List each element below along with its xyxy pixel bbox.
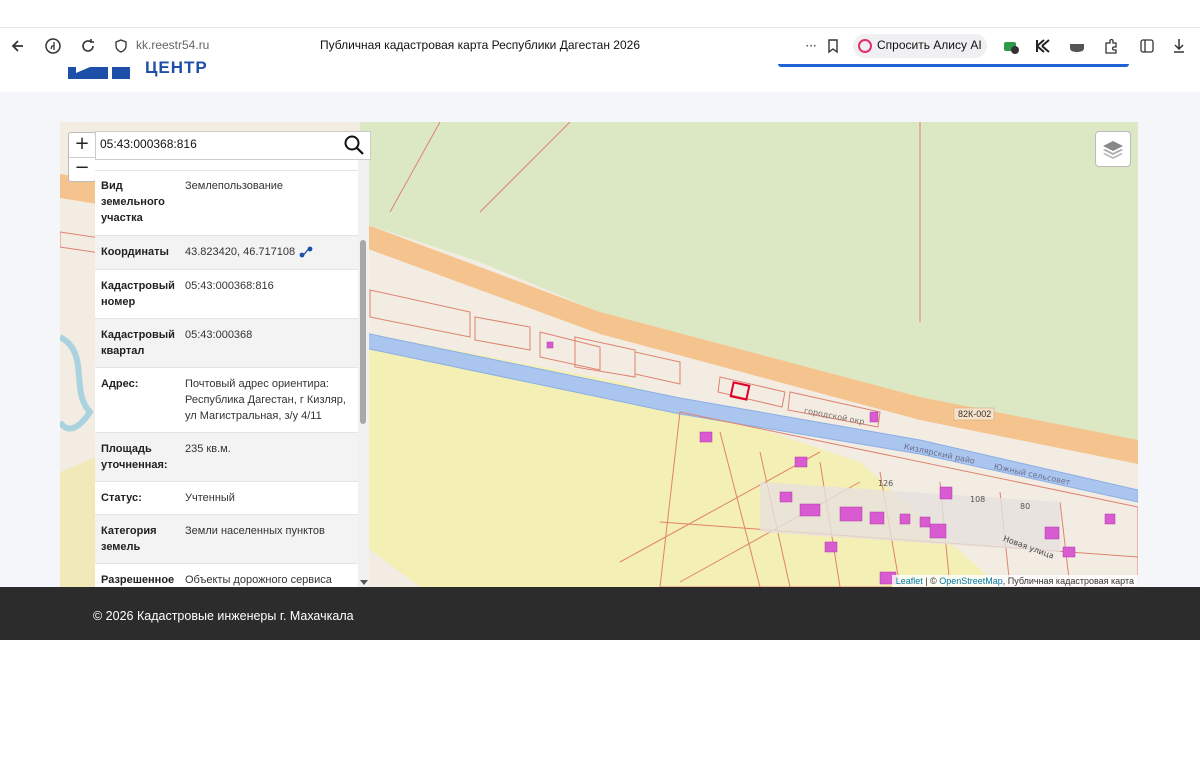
page-footer: © 2026 Кадастровые инженеры г. Махачкала	[0, 587, 1200, 640]
scrollbar-thumb[interactable]	[360, 240, 366, 424]
info-key: Категория земель	[101, 525, 157, 553]
yandex-icon[interactable]	[42, 35, 64, 57]
osm-link[interactable]: OpenStreetMap	[939, 576, 1003, 586]
pocket-icon[interactable]	[1066, 35, 1088, 57]
map-attribution: Leaflet | © OpenStreetMap, Публичная кад…	[891, 575, 1138, 587]
info-scrollbar[interactable]	[358, 160, 369, 587]
info-row: Кадастровый номер 05:43:000368:816	[95, 270, 358, 319]
info-key: Статус:	[101, 492, 142, 504]
info-value: 43.823420, 46.717108	[185, 244, 353, 260]
logo-text[interactable]: ЦЕНТР	[145, 58, 208, 78]
info-value: Землепользование	[185, 180, 284, 192]
zoom-out-button[interactable]: −	[69, 157, 95, 181]
header-accent-bar	[778, 64, 1129, 67]
info-key: Координаты	[101, 246, 169, 258]
back-icon[interactable]	[8, 35, 30, 57]
search-input[interactable]: 05:43:000368:816	[100, 137, 197, 151]
reload-icon[interactable]	[77, 35, 99, 57]
info-value: Учтенный	[185, 492, 235, 504]
street-label: 108	[970, 495, 986, 504]
layers-button[interactable]	[1095, 131, 1131, 167]
download-icon[interactable]	[1168, 35, 1190, 57]
info-row: Кадастровый квартал 05:43:000368	[95, 319, 358, 368]
attribution-rest: , Публичная кадастровая карта	[1002, 576, 1134, 586]
info-row: Категория земель Земли населенных пункто…	[95, 515, 358, 564]
info-row: Площадь уточненная: 235 кв.м.	[95, 433, 358, 482]
sidebar-icon[interactable]	[1136, 35, 1158, 57]
info-value: 05:43:000368:816	[185, 280, 274, 292]
info-row: Координаты 43.823420, 46.717108	[95, 236, 358, 270]
info-key: Вид земельного участка	[101, 180, 165, 224]
ask-alice-button[interactable]: Спросить Алису AI	[853, 34, 987, 58]
shield-icon[interactable]	[110, 35, 132, 57]
alice-icon	[858, 39, 872, 53]
info-key: Кадастровый номер	[101, 280, 175, 308]
road-label: 82К-002	[958, 409, 992, 419]
info-value: Почтовый адрес ориентира: Республика Даг…	[185, 378, 346, 422]
zoom-control: + −	[68, 132, 96, 182]
info-key: Площадь уточненная:	[101, 443, 168, 471]
leaflet-link[interactable]: Leaflet	[896, 576, 923, 586]
info-row: Статус: Учтенный	[95, 482, 358, 515]
extensions-icon[interactable]	[1100, 35, 1122, 57]
bookmark-icon[interactable]	[822, 35, 844, 57]
alice-label: Спросить Алису AI	[877, 38, 982, 52]
cadastral-search-box[interactable]: 05:43:000368:816	[95, 131, 371, 160]
street-label: 80	[1020, 502, 1031, 511]
attribution-sep: | ©	[922, 576, 940, 586]
info-row: Адрес: Почтовый адрес ориентира: Республ…	[95, 368, 358, 433]
info-key: Разрешенное	[101, 574, 175, 586]
more-icon[interactable]: ···	[800, 35, 822, 57]
info-row: Вид земельного участка Землепользование	[95, 170, 358, 236]
info-key: Кадастровый квартал	[101, 329, 175, 357]
search-icon[interactable]	[343, 134, 365, 156]
k-icon[interactable]	[1032, 35, 1054, 57]
address-bar[interactable]: kk.reestr54.ru	[136, 38, 209, 52]
info-key: Адрес:	[101, 378, 139, 390]
page-title: Публичная кадастровая карта Республики Д…	[320, 38, 640, 52]
info-value: Земли населенных пунктов	[185, 525, 325, 537]
site-header: ЦЕНТР	[0, 58, 1200, 92]
footer-copyright: © 2026 Кадастровые инженеры г. Махачкала	[93, 609, 354, 623]
street-label: 126	[878, 479, 894, 488]
zoom-in-button[interactable]: +	[69, 133, 95, 157]
info-value: Объекты дорожного сервиса	[185, 574, 332, 586]
logo-icon[interactable]	[68, 64, 130, 79]
info-value: 05:43:000368	[185, 329, 253, 341]
parcel-info-panel[interactable]: Вид земельного участка Землепользование …	[95, 160, 369, 587]
info-row: Разрешенное Объекты дорожного сервиса	[95, 564, 358, 587]
scroll-down-arrow-icon[interactable]	[360, 580, 368, 585]
layers-icon	[1103, 141, 1123, 159]
route-icon[interactable]	[299, 246, 313, 258]
info-value: 235 кв.м.	[185, 443, 231, 455]
tab-icon[interactable]	[1000, 35, 1022, 57]
river-left	[60, 334, 94, 432]
coordinates-value: 43.823420, 46.717108	[185, 246, 296, 258]
